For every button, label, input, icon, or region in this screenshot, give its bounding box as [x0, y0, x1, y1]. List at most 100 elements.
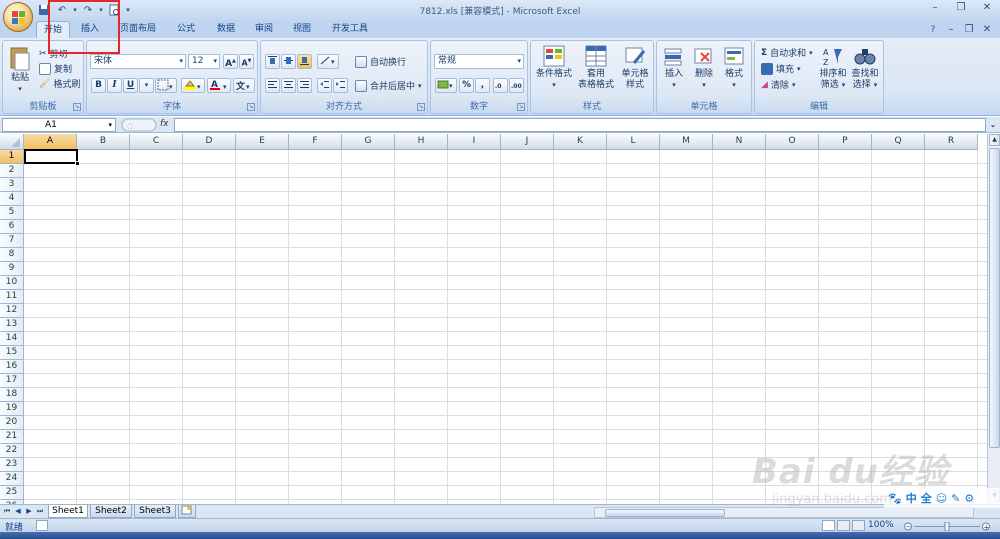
insert-function-button[interactable]: fx [160, 119, 169, 129]
grow-font-button[interactable]: A▲ [223, 54, 238, 69]
row-header[interactable]: 10 [0, 276, 24, 290]
font-size-combo[interactable]: 12 ▾ [188, 54, 220, 69]
column-header[interactable]: E [236, 134, 289, 150]
first-sheet-icon[interactable]: ⏮ [2, 506, 12, 517]
increase-decimal-button[interactable]: .0 [493, 78, 508, 93]
column-header[interactable]: A [24, 134, 77, 150]
horizontal-scroll-thumb[interactable] [605, 509, 725, 517]
column-header[interactable]: K [554, 134, 607, 150]
font-name-combo[interactable]: 宋体 ▾ [90, 54, 186, 69]
active-cell[interactable] [24, 149, 78, 164]
align-left-button[interactable] [265, 78, 280, 93]
restore-button[interactable]: ❐ [948, 0, 974, 18]
minimize-button[interactable]: – [922, 0, 948, 18]
format-as-table-button[interactable]: 套用 表格格式 [575, 45, 617, 91]
vertical-scroll-thumb[interactable] [989, 148, 1000, 448]
row-header[interactable]: 1 [0, 150, 24, 164]
cell-styles-button[interactable]: 单元格 样式 [617, 45, 653, 91]
tab-view[interactable]: 视图 [286, 21, 318, 38]
tab-page-layout[interactable]: 页面布局 [114, 21, 162, 38]
column-header[interactable]: J [501, 134, 554, 150]
row-header[interactable]: 22 [0, 444, 24, 458]
sort-filter-button[interactable]: AZ 排序和 筛选 ▾ [817, 45, 849, 91]
zoom-level[interactable]: 100% [868, 520, 894, 530]
comma-button[interactable]: , [475, 78, 490, 93]
sheet-tab-2[interactable]: Sheet2 [90, 505, 132, 518]
column-header[interactable]: L [607, 134, 660, 150]
row-header[interactable]: 5 [0, 206, 24, 220]
percent-button[interactable]: % [459, 78, 474, 93]
column-header[interactable]: F [289, 134, 342, 150]
tab-insert[interactable]: 插入 [72, 21, 108, 38]
column-header[interactable]: C [130, 134, 183, 150]
autosum-button[interactable]: Σ 自动求和 ▾ [761, 45, 813, 60]
column-header[interactable]: B [77, 134, 130, 150]
row-header[interactable]: 8 [0, 248, 24, 262]
decrease-indent-button[interactable] [317, 78, 332, 93]
row-header[interactable]: 14 [0, 332, 24, 346]
delete-cells-button[interactable]: 删除 ▾ [689, 45, 719, 91]
column-header[interactable]: O [766, 134, 819, 150]
row-header[interactable]: 7 [0, 234, 24, 248]
sheet-tab-1[interactable]: Sheet1 [48, 505, 88, 518]
align-middle-button[interactable] [281, 54, 296, 69]
align-right-button[interactable] [297, 78, 312, 93]
clipboard-launcher-icon[interactable]: ↘ [73, 103, 81, 111]
align-top-button[interactable] [265, 54, 280, 69]
accounting-format-button[interactable]: ▾ [435, 78, 457, 93]
macro-record-icon[interactable] [36, 520, 48, 531]
column-header[interactable]: N [713, 134, 766, 150]
wrap-text-button[interactable]: 自动换行 [355, 54, 406, 69]
increase-indent-button[interactable] [333, 78, 348, 93]
column-header[interactable]: H [395, 134, 448, 150]
underline-dropdown-icon[interactable]: ▾ [139, 78, 154, 93]
column-header[interactable]: P [819, 134, 872, 150]
page-layout-view-icon[interactable] [837, 520, 850, 531]
align-bottom-button[interactable] [297, 54, 312, 69]
row-header[interactable]: 15 [0, 346, 24, 360]
row-header[interactable]: 12 [0, 304, 24, 318]
decrease-decimal-button[interactable]: .00 [509, 78, 524, 93]
paste-button[interactable]: 粘贴 ▾ [7, 45, 33, 95]
row-header[interactable]: 21 [0, 430, 24, 444]
column-header[interactable]: R [925, 134, 978, 150]
format-painter-button[interactable]: 🖌 格式刷 [39, 76, 80, 91]
shrink-font-button[interactable]: A▼ [239, 54, 254, 69]
font-color-button[interactable]: A ▾ [207, 78, 231, 93]
row-header[interactable]: 3 [0, 178, 24, 192]
tab-developer[interactable]: 开发工具 [326, 21, 374, 38]
insert-cells-button[interactable]: 插入 ▾ [659, 45, 689, 91]
underline-button[interactable]: U [123, 78, 138, 93]
number-launcher-icon[interactable]: ↘ [517, 103, 525, 111]
tab-home[interactable]: 开始 [36, 21, 70, 38]
format-cells-button[interactable]: 格式 ▾ [719, 45, 749, 91]
fill-handle[interactable] [75, 161, 80, 166]
row-header[interactable]: 17 [0, 374, 24, 388]
row-header[interactable]: 18 [0, 388, 24, 402]
fill-color-button[interactable]: ▾ [181, 78, 205, 93]
border-button[interactable]: ▾ [155, 78, 177, 93]
cut-button[interactable]: ✂ 剪切 [39, 46, 68, 61]
next-sheet-icon[interactable]: ▶ [24, 506, 34, 517]
formula-input[interactable] [174, 118, 986, 132]
align-center-button[interactable] [281, 78, 296, 93]
insert-sheet-button[interactable] [178, 505, 196, 518]
zoom-slider[interactable]: − + [904, 522, 990, 531]
merge-center-button[interactable]: 合并后居中 ▾ [355, 78, 422, 93]
orientation-button[interactable]: ▾ [317, 54, 339, 69]
sheet-tab-3[interactable]: Sheet3 [134, 505, 176, 518]
row-header[interactable]: 23 [0, 458, 24, 472]
row-header[interactable]: 20 [0, 416, 24, 430]
row-header[interactable]: 4 [0, 192, 24, 206]
expand-formula-bar-icon[interactable]: ⌄ [988, 118, 998, 132]
column-header[interactable]: G [342, 134, 395, 150]
row-header[interactable]: 6 [0, 220, 24, 234]
column-header[interactable]: I [448, 134, 501, 150]
row-header[interactable]: 16 [0, 360, 24, 374]
conditional-format-button[interactable]: 条件格式 ▾ [533, 45, 575, 91]
copy-button[interactable]: 复制 [39, 61, 72, 76]
clear-button[interactable]: ◢ 清除 ▾ [761, 77, 795, 92]
normal-view-icon[interactable] [822, 520, 835, 531]
last-sheet-icon[interactable]: ⏭ [35, 506, 45, 517]
row-header[interactable]: 11 [0, 290, 24, 304]
